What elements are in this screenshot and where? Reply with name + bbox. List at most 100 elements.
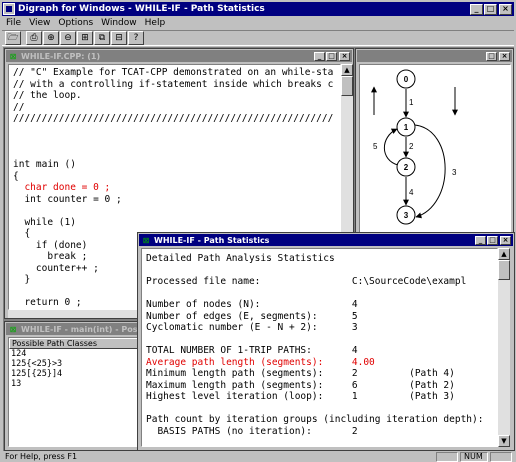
print-icon[interactable]: ⎙ bbox=[26, 31, 42, 45]
path-classes-header[interactable]: Possible Path Classes bbox=[9, 338, 142, 349]
stats-close-button[interactable]: × bbox=[500, 235, 511, 245]
close-button[interactable]: × bbox=[499, 3, 512, 15]
code-line: int counter = 0 ; bbox=[13, 193, 122, 205]
stat-line: Number of edges (E, segments): 5 bbox=[146, 310, 358, 322]
edge-label-3: 3 bbox=[452, 168, 457, 177]
document-icon: ⊠ bbox=[9, 324, 17, 334]
minimize-button[interactable]: _ bbox=[470, 3, 483, 15]
scroll-up-icon[interactable]: ▲ bbox=[341, 64, 353, 76]
stat-line: BASIS PATHS (no iteration): 2 bbox=[146, 425, 358, 437]
code-line: int main () bbox=[13, 159, 76, 170]
graph-close-button[interactable]: × bbox=[499, 51, 510, 61]
stats-vertical-scrollbar[interactable]: ▲ ▼ bbox=[498, 248, 510, 447]
stats-window-title: WHILE-IF - Path Statistics bbox=[154, 235, 270, 245]
num-lock-indicator: NUM bbox=[460, 451, 488, 462]
code-line: // bbox=[13, 101, 25, 113]
code-minimize-button[interactable]: _ bbox=[314, 51, 325, 61]
list-item[interactable]: 13 bbox=[9, 379, 142, 389]
stats-maximize-button[interactable]: □ bbox=[487, 235, 498, 245]
status-message: For Help, press F1 bbox=[5, 452, 78, 461]
open-icon[interactable]: 🗁 bbox=[5, 31, 21, 45]
code-line: // the loop. bbox=[13, 90, 82, 101]
code-window-title-bar[interactable]: ⊠ WHILE-IF.CPP: (1) _ □ × bbox=[6, 50, 352, 62]
stat-line: Maximum length path (segments): 6 (Path … bbox=[146, 379, 455, 391]
status-bar: For Help, press F1 NUM bbox=[2, 451, 514, 462]
code-maximize-button[interactable]: □ bbox=[326, 51, 337, 61]
app-title-bar[interactable]: Digraph for Windows - WHILE-IF - Path St… bbox=[2, 2, 514, 16]
stat-line bbox=[146, 288, 497, 300]
svg-text:3: 3 bbox=[404, 211, 409, 220]
edge-label-5: 5 bbox=[373, 142, 378, 151]
stat-line bbox=[146, 334, 497, 346]
tile-icon[interactable]: ⊞ bbox=[77, 31, 93, 45]
zoom-in-icon[interactable]: ⊕ bbox=[43, 31, 59, 45]
stat-line: Path count by iteration groups (includin… bbox=[146, 414, 484, 425]
stat-line: TOTAL NUMBER OF 1-TRIP PATHS: 4 bbox=[146, 345, 358, 356]
graph-window-title-bar[interactable]: □ × bbox=[357, 50, 512, 62]
arrange-icon[interactable]: ⊟ bbox=[111, 31, 127, 45]
menu-view[interactable]: View bbox=[25, 18, 54, 28]
edge-label-4: 4 bbox=[409, 188, 414, 197]
edge-5 bbox=[383, 128, 399, 166]
code-window-title: WHILE-IF.CPP: (1) bbox=[21, 51, 101, 61]
stats-window-title-bar[interactable]: ⊠ WHILE-IF - Path Statistics _ □ × bbox=[139, 234, 513, 246]
digraph-app-window: Digraph for Windows - WHILE-IF - Path St… bbox=[0, 0, 516, 462]
scroll-up-icon[interactable]: ▲ bbox=[498, 248, 510, 260]
code-close-button[interactable]: × bbox=[339, 51, 350, 61]
list-item[interactable]: 125[{25}]4 bbox=[9, 369, 142, 379]
svg-text:0: 0 bbox=[404, 75, 409, 84]
list-item[interactable]: 125{<25}>3 bbox=[9, 359, 142, 369]
menu-bar: File View Options Window Help bbox=[2, 16, 514, 30]
maximize-button[interactable]: □ bbox=[484, 3, 497, 15]
path-classes-title: WHILE-IF - main(int) - Possible bbox=[21, 324, 154, 334]
list-item[interactable]: 124 bbox=[9, 349, 142, 359]
node-3[interactable]: 3 bbox=[396, 205, 416, 225]
path-classes-window[interactable]: ⊠ WHILE-IF - main(int) - Possible Possib… bbox=[4, 321, 156, 451]
scroll-thumb[interactable] bbox=[498, 260, 510, 280]
menu-window[interactable]: Window bbox=[97, 18, 141, 28]
node-2[interactable]: 2 bbox=[396, 157, 416, 177]
edge-label-1: 1 bbox=[409, 98, 414, 107]
help-icon[interactable]: ? bbox=[128, 31, 144, 45]
graph-maximize-button[interactable]: □ bbox=[486, 51, 497, 61]
svg-text:2: 2 bbox=[404, 163, 409, 172]
code-line: ////////////////////////////////////////… bbox=[13, 113, 334, 124]
stat-line: Cyclomatic number (E - N + 2): 3 bbox=[146, 322, 358, 333]
path-classes-list[interactable]: Possible Path Classes 124 125{<25}>3 125… bbox=[8, 337, 143, 447]
path-statistics-window[interactable]: ⊠ WHILE-IF - Path Statistics _ □ × Detai… bbox=[137, 232, 515, 451]
stats-minimize-button[interactable]: _ bbox=[475, 235, 486, 245]
stat-line bbox=[146, 403, 497, 415]
scroll-thumb[interactable] bbox=[341, 76, 353, 96]
document-icon: ⊠ bbox=[142, 235, 150, 245]
path-classes-title-bar[interactable]: ⊠ WHILE-IF - main(int) - Possible bbox=[6, 323, 154, 335]
node-1[interactable]: 1 bbox=[396, 117, 416, 137]
toolbar: 🗁 ⎙ ⊕ ⊖ ⊞ ⧉ ⊟ ? bbox=[2, 30, 514, 46]
menu-file[interactable]: File bbox=[2, 18, 25, 28]
stats-text[interactable]: Detailed Path Analysis Statistics Process… bbox=[141, 248, 498, 447]
code-line: { bbox=[13, 170, 19, 182]
stat-line: Detailed Path Analysis Statistics bbox=[146, 253, 335, 264]
stat-line bbox=[146, 265, 497, 277]
status-pane-empty bbox=[490, 451, 512, 462]
document-icon: ⊠ bbox=[9, 51, 17, 61]
menu-help[interactable]: Help bbox=[141, 18, 170, 28]
menu-options[interactable]: Options bbox=[54, 18, 97, 28]
edge-3 bbox=[414, 124, 446, 219]
app-title: Digraph for Windows - WHILE-IF - Path St… bbox=[18, 4, 265, 14]
node-0[interactable]: 0 bbox=[396, 69, 416, 89]
cascade-icon[interactable]: ⧉ bbox=[94, 31, 110, 45]
code-line: char done = 0 ; bbox=[13, 182, 111, 193]
stat-line: Processed file name: C:\SourceCode\examp… bbox=[146, 276, 467, 287]
scroll-down-icon[interactable]: ▼ bbox=[498, 435, 510, 447]
app-icon[interactable] bbox=[3, 3, 15, 15]
stat-line: Average path length (segments): 4.00 bbox=[146, 356, 375, 368]
svg-text:1: 1 bbox=[404, 123, 409, 132]
stat-line: Minimum length path (segments): 2 (Path … bbox=[146, 368, 455, 379]
status-pane-empty bbox=[436, 451, 458, 462]
zoom-out-icon[interactable]: ⊖ bbox=[60, 31, 76, 45]
code-line: // "C" Example for TCAT-CPP demonstrated… bbox=[13, 67, 334, 78]
